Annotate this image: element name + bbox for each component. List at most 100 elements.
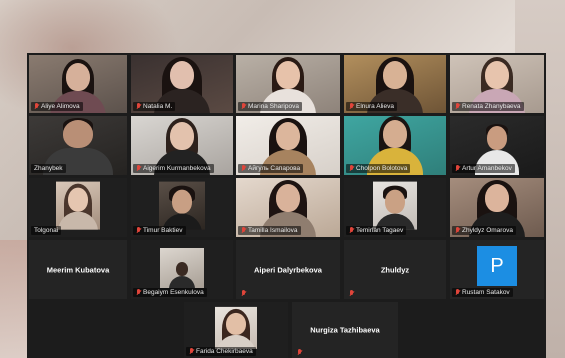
participant-tile[interactable]: Artur Amanbekov (450, 116, 544, 175)
muted-mic-icon (136, 165, 141, 172)
muted-mic-icon (136, 103, 141, 110)
participant-display-name: Zhuldyz (380, 265, 410, 274)
participant-video-thumbnail (159, 181, 205, 230)
muted-mic-icon (241, 290, 246, 297)
face-shape (176, 261, 188, 276)
participant-name: Marina Sharipova (248, 103, 299, 110)
face-shape (383, 120, 407, 148)
participant-display-name: Meerim Kubatova (46, 265, 110, 274)
participant-name-label: Айгуль Сапарова (238, 164, 304, 173)
face-shape (68, 187, 88, 212)
participant-name: Elnura Alieva (356, 103, 394, 110)
muted-mic-icon (241, 165, 246, 172)
participant-figure (58, 183, 98, 230)
muted-mic-icon (349, 165, 354, 172)
face-shape (485, 184, 509, 212)
participant-name-label: Aigerim Kurmanbekova (133, 164, 214, 173)
participant-tile[interactable]: Aigerim Kurmanbekova (131, 116, 233, 175)
participant-name: Cholpon Bolotova (356, 165, 408, 172)
participant-tile-active-speaker[interactable]: Marina Sharipova (236, 55, 340, 113)
face-shape (172, 189, 192, 214)
participant-video-thumbnail (56, 181, 100, 230)
participant-name-label (238, 290, 249, 297)
participant-name-label: Zhanybek (31, 164, 66, 173)
video-gallery-grid: Aliye Alimova Natalia M. Marina Sharipov… (27, 53, 546, 358)
muted-mic-icon (349, 227, 354, 234)
participant-name-label: Rustam Satakov (452, 288, 513, 297)
participant-name: Farida Chekirbaeva (196, 348, 253, 355)
participant-name: Begaiym Esenkulova (143, 289, 204, 296)
muted-mic-icon (241, 227, 246, 234)
participant-name-label: Begaiym Esenkulova (133, 288, 207, 297)
face-shape (485, 61, 509, 89)
participant-name-label: Cholpon Bolotova (346, 164, 411, 173)
participant-tile[interactable]: Renata Zhanybaeva (450, 55, 544, 113)
participant-name-label (294, 349, 305, 356)
participant-figure (375, 185, 415, 230)
participant-figure (162, 185, 202, 230)
participant-tile[interactable]: Begaiym Esenkulova (131, 240, 233, 299)
participant-name-label: Temirlan Tagaev (346, 226, 407, 235)
participant-name: Zhanybek (34, 165, 63, 172)
participant-tile-video-off[interactable]: Zhuldyz (344, 240, 446, 299)
participant-tile[interactable]: Farida Chekirbaeva (184, 302, 288, 358)
participant-tile-video-off[interactable]: P Rustam Satakov (450, 240, 544, 299)
muted-mic-icon (189, 348, 194, 355)
participant-figure (216, 308, 256, 349)
participant-tile[interactable]: Tamilla Ismailova (236, 178, 340, 237)
participant-name: Tolgonai (34, 227, 59, 234)
participant-video-thumbnail (160, 247, 204, 288)
participant-video-thumbnail (215, 306, 257, 349)
muted-mic-icon (34, 103, 39, 110)
participant-display-name: Aiperi Dalyrbekova (254, 265, 322, 274)
participant-tile[interactable]: Zhyldyz Omarova (450, 178, 544, 237)
participant-name-label: Marina Sharipova (238, 102, 302, 111)
participant-display-name: Nurgiza Tazhibaeva (310, 325, 380, 335)
participant-name: Zhyldyz Omarova (462, 227, 513, 234)
muted-mic-icon (455, 165, 460, 172)
participant-name-label: Farida Chekirbaeva (186, 347, 256, 356)
participant-name: Айгуль Сапарова (248, 165, 301, 172)
participant-tile[interactable]: Tolgonai (29, 178, 127, 237)
participant-tile[interactable]: Elnura Alieva (344, 55, 446, 113)
participant-name-label (346, 290, 357, 297)
face-shape (276, 122, 300, 150)
muted-mic-icon (136, 289, 141, 296)
participant-tile[interactable]: Zhanybek (29, 116, 127, 175)
face-shape (383, 61, 407, 89)
participant-name: Timur Baktiev (143, 227, 183, 234)
face-shape (276, 61, 300, 89)
participant-avatar: P (477, 245, 517, 286)
participant-tile[interactable]: Cholpon Bolotova (344, 116, 446, 175)
participant-name-label: Renata Zhanybaeva (452, 102, 524, 111)
face-shape (276, 184, 300, 212)
participant-tile-video-off[interactable]: Nurgiza Tazhibaeva (292, 302, 398, 358)
face-shape (170, 61, 194, 89)
participant-tile-video-off[interactable]: Meerim Kubatova (29, 240, 127, 299)
participant-tile[interactable]: Temirlan Tagaev (344, 178, 446, 237)
participant-name: Aliye Alimova (41, 103, 80, 110)
face-shape (385, 189, 405, 214)
participant-tile[interactable]: Aliye Alimova (29, 55, 127, 113)
muted-mic-icon (455, 103, 460, 110)
participant-name: Aigerim Kurmanbekova (143, 165, 211, 172)
participant-name-label: Natalia M. (133, 102, 176, 111)
participant-tile[interactable]: Natalia M. (131, 55, 233, 113)
muted-mic-icon (455, 227, 460, 234)
participant-tile[interactable]: Timur Baktiev (131, 178, 233, 237)
participant-video-thumbnail (373, 181, 417, 230)
participant-tile[interactable]: Айгуль Сапарова (236, 116, 340, 175)
muted-mic-icon (455, 289, 460, 296)
participant-tile-video-off[interactable]: Aiperi Dalyrbekova (236, 240, 340, 299)
participant-name-label: Artur Amanbekov (452, 164, 515, 173)
face-shape (66, 63, 90, 91)
muted-mic-icon (349, 290, 354, 297)
participant-name: Artur Amanbekov (462, 165, 512, 172)
participant-name: Renata Zhanybaeva (462, 103, 521, 110)
face-shape (226, 312, 246, 335)
participant-name-label: Tamilla Ismailova (238, 226, 301, 235)
participant-name: Temirlan Tagaev (356, 227, 404, 234)
body-shape (169, 275, 195, 288)
participant-name-label: Zhyldyz Omarova (452, 226, 516, 235)
participant-name: Rustam Satakov (462, 289, 510, 296)
